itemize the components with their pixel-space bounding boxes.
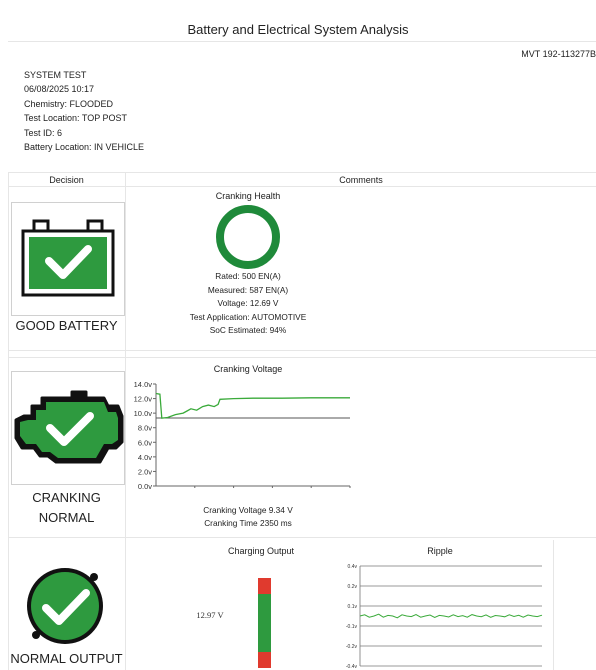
battery-decision-icon-box — [11, 202, 125, 316]
cranking-decision-line2: NORMAL — [38, 510, 95, 525]
alternator-check-icon — [27, 568, 103, 644]
decision-header: Decision — [49, 175, 84, 185]
test-mode: SYSTEM TEST — [24, 70, 87, 80]
cranking-voltage-title: Cranking Voltage — [213, 364, 283, 374]
ripple-y-tick-label: 0.1v — [348, 604, 358, 610]
ripple-y-tick-label: 0.2v — [348, 584, 358, 590]
cranking-decision-icon-box — [11, 371, 125, 485]
cranking-health-details: Rated: 500 EN(A) Measured: 587 EN(A) Vol… — [126, 270, 370, 338]
y-tick-label: 0.0v — [138, 482, 152, 491]
ripple-y-tick-label: -0.1v — [346, 624, 358, 630]
ripple-y-tick-label: -0.2v — [346, 644, 358, 650]
cranking-health-ring-icon — [216, 205, 280, 269]
gauge-low-zone — [258, 652, 271, 668]
measured-value: Measured: 587 EN(A) — [207, 284, 289, 295]
battery-decision-label: GOOD BATTERY — [15, 318, 118, 333]
charging-output-title: Charging Output — [227, 546, 295, 556]
soc-estimated: SoC Estimated: 94% — [209, 325, 287, 335]
gauge-high-zone — [258, 578, 271, 594]
cranking-summary: Cranking Voltage 9.34 V Cranking Time 23… — [126, 504, 370, 530]
title-divider — [8, 41, 596, 42]
cranking-voltage-chart: 14.0v 12.0v 10.0v 8.0v 6.0v 4.0v 2.0v 0.0v — [134, 380, 351, 491]
y-tick-label: 8.0v — [138, 424, 152, 433]
y-tick-label: 10.0v — [134, 409, 153, 418]
rated-value: Rated: 500 EN(A) — [215, 271, 281, 281]
ripple-y-tick-label: -0.4v — [346, 664, 358, 670]
y-tick-label: 4.0v — [138, 453, 152, 462]
cranking-voltage-line — [155, 392, 350, 419]
y-tick-label: 6.0v — [138, 438, 152, 447]
ripple-title: Ripple — [427, 546, 453, 556]
test-metadata: SYSTEM TEST 06/08/2025 10:17 Chemistry: … — [24, 68, 144, 154]
battery-location: Battery Location: IN VEHICLE — [24, 142, 145, 153]
comments-header: Comments — [339, 175, 383, 185]
test-datetime: 06/08/2025 10:17 — [24, 84, 95, 95]
battery-check-icon — [21, 219, 115, 297]
test-application: Test Application: AUTOMOTIVE — [189, 311, 307, 322]
ripple-line — [359, 613, 543, 619]
engine-check-icon — [14, 390, 124, 464]
y-tick-label: 14.0v — [134, 380, 153, 389]
cranking-decision-line1: CRANKING — [32, 490, 101, 505]
cranking-time-text: Cranking Time 2350 ms — [204, 518, 292, 528]
cranking-voltage-text: Cranking Voltage 9.34 V — [203, 505, 293, 515]
charging-output-value: 12.97 V — [196, 610, 224, 620]
test-id: Test ID: 6 — [24, 127, 63, 138]
test-location: Test Location: TOP POST — [24, 113, 128, 124]
voltage-value: Voltage: 12.69 V — [217, 298, 279, 308]
report-title: Battery and Electrical System Analysis — [187, 22, 409, 37]
y-tick-label: 2.0v — [138, 467, 152, 476]
y-tick-label: 12.0v — [134, 395, 153, 404]
charging-output-gauge — [258, 578, 271, 668]
device-id: MVT 192-113277B — [521, 49, 596, 59]
cranking-health-title: Cranking Health — [215, 191, 281, 201]
ripple-chart: 0.4v 0.2v 0.1v -0.1v -0.2v -0.4v — [346, 564, 543, 670]
charging-decision-label: NORMAL OUTPUT — [10, 651, 123, 666]
cranking-decision-label: CRANKING NORMAL — [8, 488, 125, 528]
ripple-y-tick-label: 0.4v — [348, 564, 358, 570]
chemistry: Chemistry: FLOODED — [24, 98, 114, 109]
